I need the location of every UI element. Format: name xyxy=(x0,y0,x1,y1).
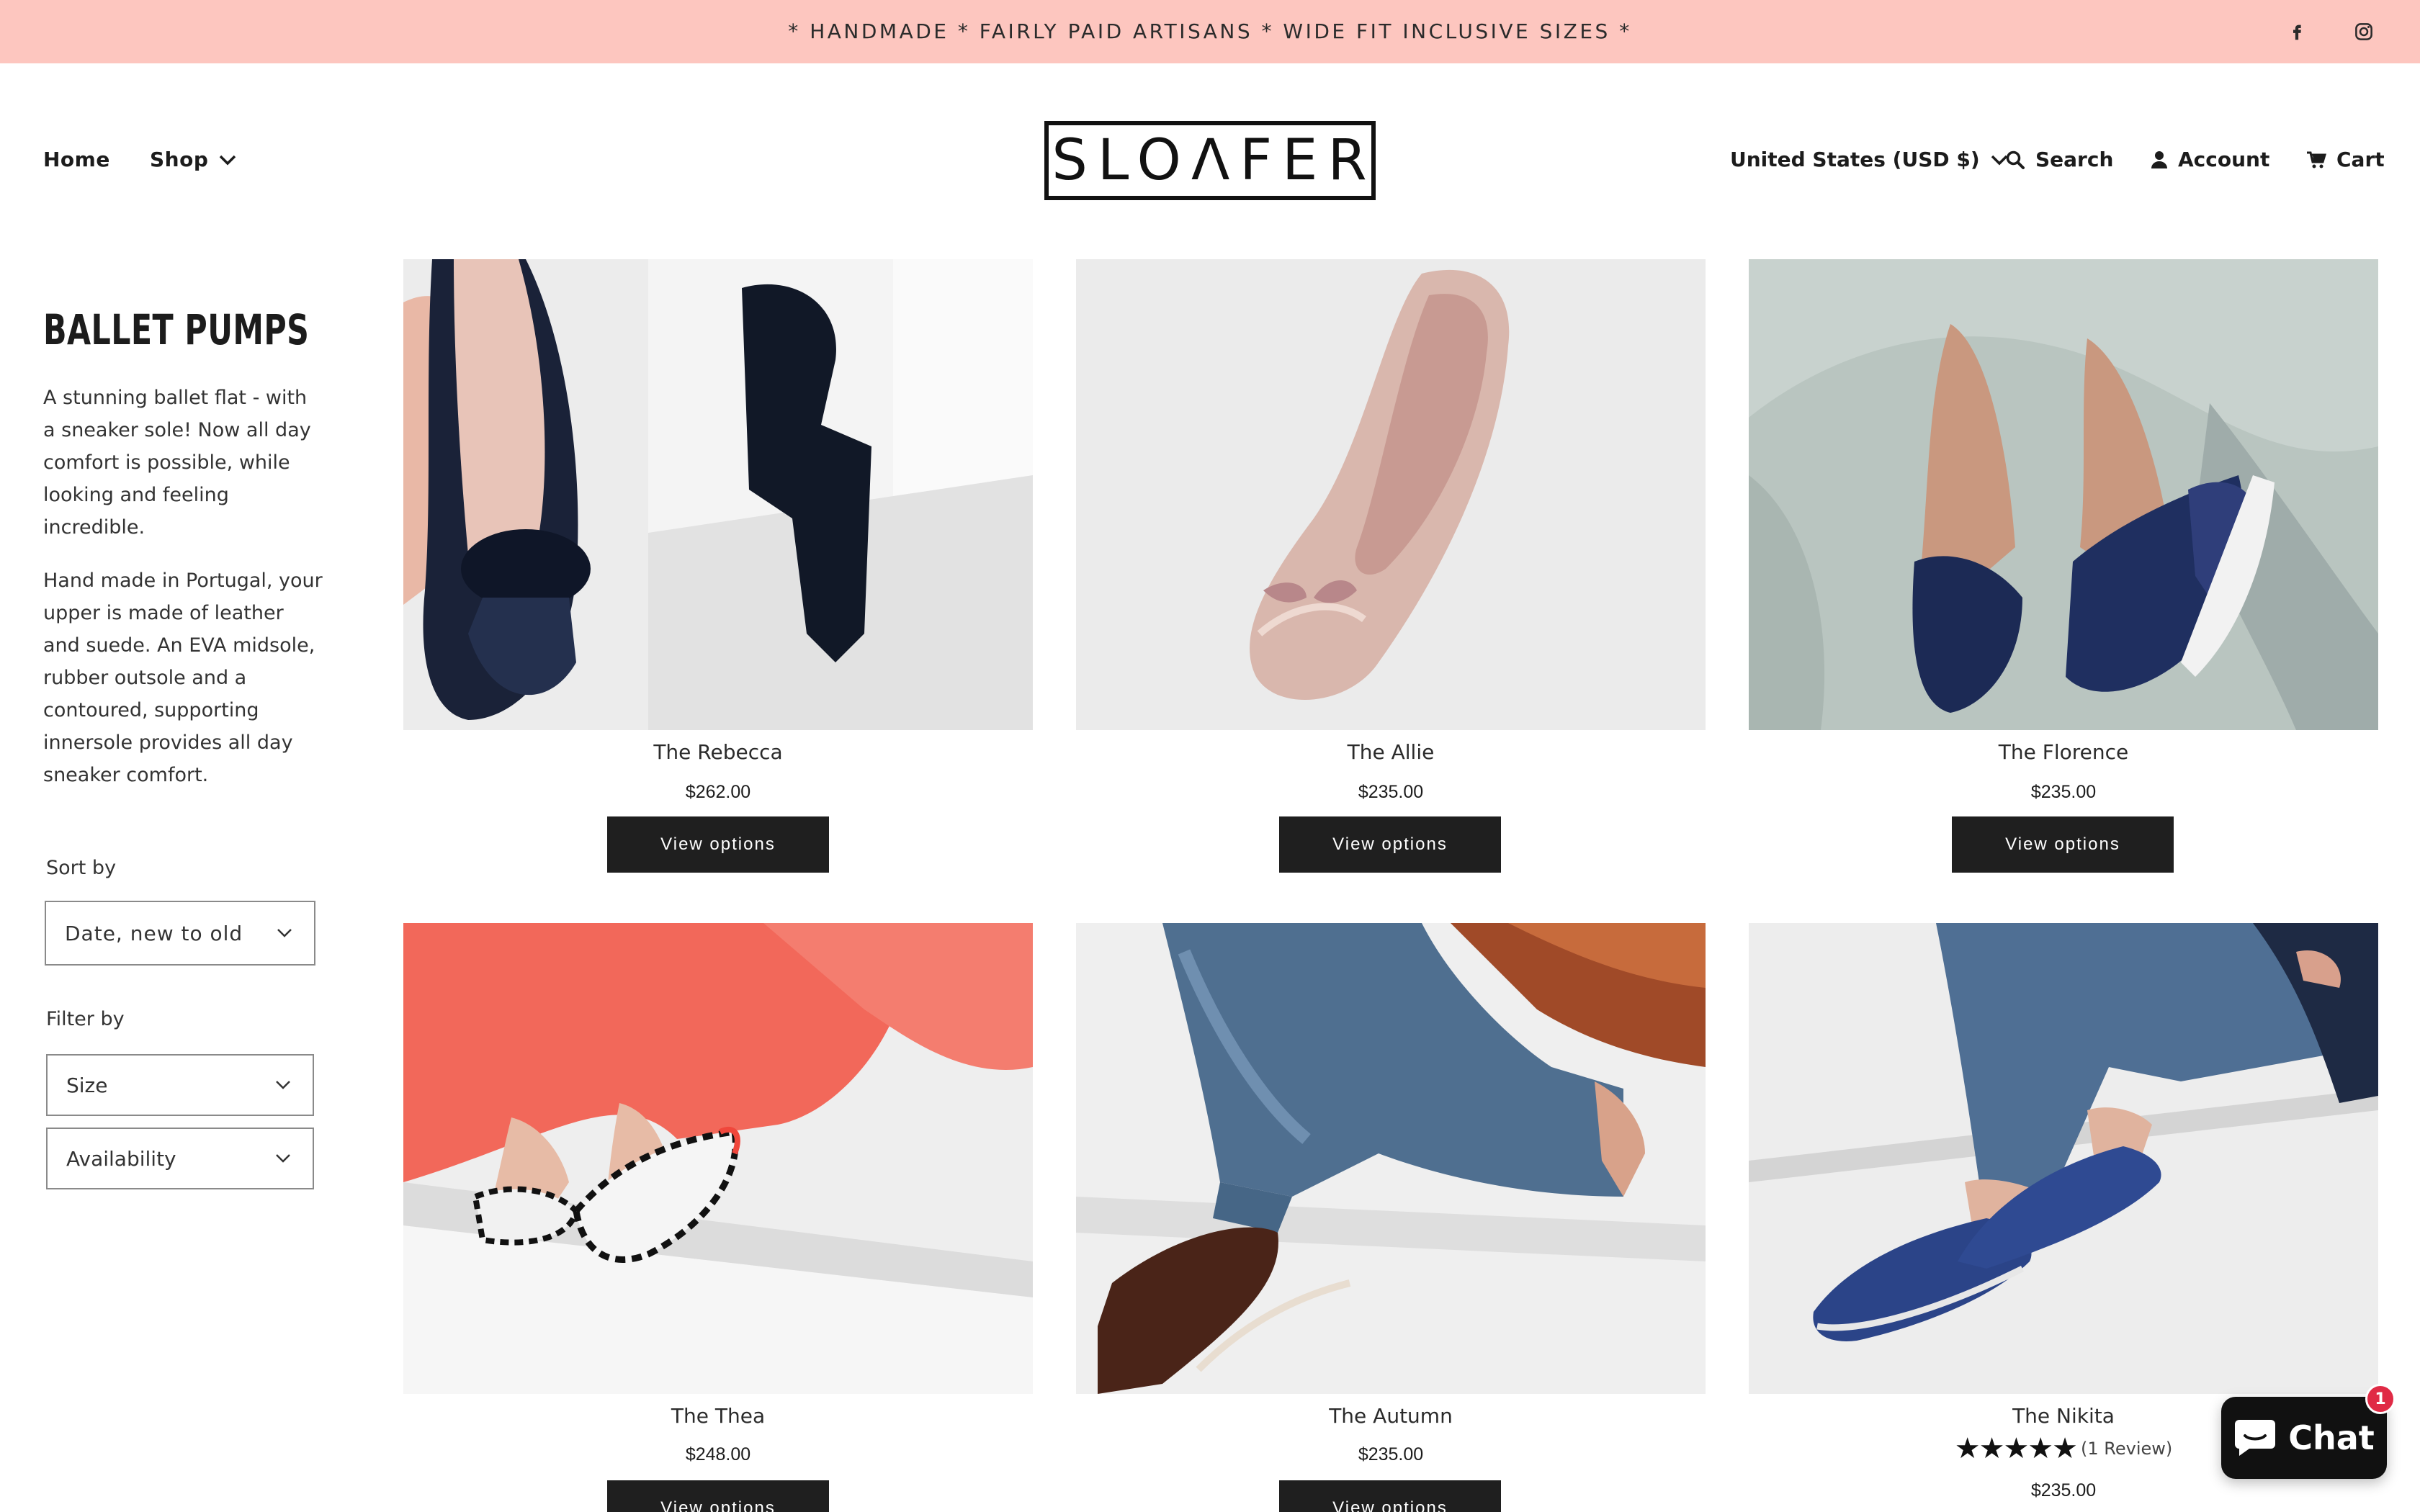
sort-label: Sort by xyxy=(46,857,117,879)
chat-button[interactable]: Chat xyxy=(2221,1397,2387,1479)
search-label: Search xyxy=(2035,148,2114,171)
filter-label: Filter by xyxy=(46,1008,125,1030)
sort-value: Date, new to old xyxy=(65,921,243,945)
chevron-down-icon xyxy=(220,155,236,166)
chevron-down-icon xyxy=(276,1081,290,1089)
product-title[interactable]: The Florence xyxy=(1749,740,2378,764)
chat-bubble-icon xyxy=(2235,1420,2276,1456)
announcement-bar: * HANDMADE * FAIRLY PAID ARTISANS * WIDE… xyxy=(0,0,2420,63)
filter-size-select[interactable]: Size xyxy=(46,1054,314,1116)
product-image-florence[interactable] xyxy=(1749,259,2378,730)
view-options-button[interactable]: View options xyxy=(607,816,829,873)
collection-description-1: A stunning ballet flat - with a sneaker … xyxy=(43,387,311,539)
collection-description-2: Hand made in Portugal, your upper is mad… xyxy=(43,570,323,786)
nav-home-label: Home xyxy=(43,148,110,171)
sort-select[interactable]: Date, new to old xyxy=(45,901,315,966)
site-logo[interactable]: SLOΛFER xyxy=(1044,121,1376,200)
view-options-button[interactable]: View options xyxy=(1279,1480,1501,1512)
product-title[interactable]: The Allie xyxy=(1076,740,1706,764)
search-link[interactable]: Search xyxy=(2005,145,2113,174)
filter-size-label: Size xyxy=(66,1073,108,1097)
logo-text: SLOΛFER xyxy=(1052,128,1377,193)
product-title[interactable]: The Rebecca xyxy=(403,740,1033,764)
product-title[interactable]: The Thea xyxy=(403,1404,1033,1428)
chevron-down-icon xyxy=(277,929,292,937)
currency-selector[interactable]: United States (USD $) xyxy=(1730,145,2009,174)
chat-label: Chat xyxy=(2288,1418,2375,1457)
announcement-text: * HANDMADE * FAIRLY PAID ARTISANS * WIDE… xyxy=(788,19,1632,43)
cart-icon xyxy=(2307,151,2326,168)
account-link[interactable]: Account xyxy=(2151,145,2269,174)
filter-availability-label: Availability xyxy=(66,1146,176,1171)
product-price: $235.00 xyxy=(2030,1480,2097,1500)
chat-notification-badge: 1 xyxy=(2365,1384,2396,1414)
account-label: Account xyxy=(2178,148,2270,171)
cart-label: Cart xyxy=(2336,148,2385,171)
product-image-nikita[interactable] xyxy=(1749,923,2378,1394)
product-image-allie[interactable] xyxy=(1076,259,1706,730)
product-image-rebecca[interactable] xyxy=(403,259,1033,730)
nav-shop[interactable]: Shop xyxy=(150,145,237,174)
nav-home[interactable]: Home xyxy=(43,145,110,174)
rating-stars: ★★★★★ xyxy=(1954,1432,2078,1465)
nav-shop-label: Shop xyxy=(150,148,209,171)
search-icon xyxy=(2006,150,2025,169)
collection-title: BALLET PUMPS xyxy=(43,305,310,354)
product-price: $262.00 xyxy=(685,782,751,802)
view-options-button[interactable]: View options xyxy=(607,1480,829,1512)
filter-availability-select[interactable]: Availability xyxy=(46,1128,314,1189)
instagram-icon[interactable] xyxy=(2348,16,2380,48)
cart-link[interactable]: Cart xyxy=(2306,145,2385,174)
review-count: (1 Review) xyxy=(2081,1439,2173,1459)
product-price: $235.00 xyxy=(2030,782,2097,802)
product-price: $248.00 xyxy=(685,1444,751,1464)
facebook-icon[interactable] xyxy=(2281,16,2313,48)
chevron-down-icon xyxy=(276,1154,290,1163)
currency-label: United States (USD $) xyxy=(1730,148,1980,171)
user-icon xyxy=(2151,151,2167,168)
product-title[interactable]: The Autumn xyxy=(1076,1404,1706,1428)
view-options-button[interactable]: View options xyxy=(1952,816,2174,873)
product-image-thea[interactable] xyxy=(403,923,1033,1394)
product-price: $235.00 xyxy=(1358,782,1424,802)
view-options-button[interactable]: View options xyxy=(1279,816,1501,873)
product-image-autumn[interactable] xyxy=(1076,923,1706,1394)
product-price: $235.00 xyxy=(1358,1444,1424,1464)
